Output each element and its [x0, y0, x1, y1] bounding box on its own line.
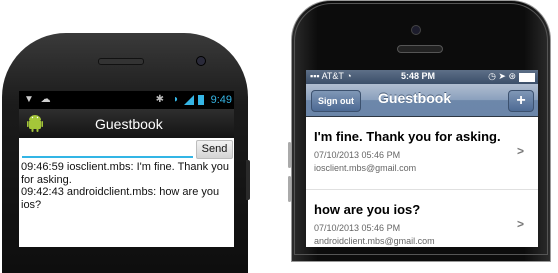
- app-title: Guestbook: [95, 116, 163, 132]
- message-list: 09:46:59 iosclient.mbs: I'm fine. Thank …: [21, 161, 231, 211]
- table-row[interactable]: I'm fine. Thank you for asking. 07/10/20…: [306, 117, 538, 190]
- list-item: 09:46:59 iosclient.mbs: I'm fine. Thank …: [21, 161, 229, 186]
- entry-email: iosclient.mbs@gmail.com: [314, 163, 417, 173]
- message-input[interactable]: [22, 141, 193, 158]
- carrier-label: ▪▪▪ AT&T ◔: [310, 71, 352, 81]
- ios-status-bar: ▪▪▪ AT&T ◔ 5:48 PM ◷ ➤ ⊛: [306, 70, 538, 84]
- entry-date: 07/10/2013 05:46 PM: [314, 223, 401, 233]
- android-action-bar: Guestbook: [19, 109, 234, 138]
- iphone-screen: ▪▪▪ AT&T ◔ 5:48 PM ◷ ➤ ⊛ Sign out Guestb…: [306, 70, 538, 247]
- status-time: 5:48 PM: [401, 71, 436, 81]
- ios-nav-bar: Sign out Guestbook +: [306, 84, 538, 117]
- entry-email: androidclient.mbs@gmail.com: [314, 236, 435, 246]
- add-entry-button[interactable]: +: [508, 90, 534, 112]
- chevron-right-icon: >: [516, 144, 524, 158]
- iphone-camera: [411, 25, 421, 35]
- bluetooth-icon: ✱: [155, 94, 164, 105]
- app-title: Guestbook: [378, 90, 452, 106]
- chevron-right-icon: >: [516, 217, 524, 231]
- notification-icons: ▼ ☁: [24, 94, 53, 105]
- entry-date: 07/10/2013 05:46 PM: [314, 150, 401, 160]
- battery-icon: [198, 95, 204, 105]
- android-screen: ▼ ☁ ✱ ◗ 9:49 Guestbook Send 09:46:59 ios: [19, 91, 234, 247]
- android-earpiece: [98, 58, 144, 65]
- android-status-bar: ▼ ☁ ✱ ◗ 9:49: [19, 91, 234, 109]
- signal-icon: [184, 95, 194, 105]
- table-row[interactable]: how are you ios? 07/10/2013 05:46 PM and…: [306, 190, 538, 247]
- status-time: 9:49: [210, 94, 232, 106]
- send-button[interactable]: Send: [196, 140, 233, 159]
- android-side-button[interactable]: [246, 160, 250, 200]
- wifi-icon: ◗: [172, 94, 179, 105]
- iphone-earpiece: [397, 45, 443, 53]
- sign-out-button[interactable]: Sign out: [311, 90, 361, 112]
- list-item: 09:42:43 androidclient.mbs: how are you …: [21, 186, 220, 211]
- android-camera: [196, 56, 206, 66]
- status-icons: ◷ ➤ ⊛: [488, 71, 516, 81]
- android-logo-icon[interactable]: [27, 114, 43, 132]
- entry-message: how are you ios?: [314, 202, 421, 217]
- battery-icon: [519, 73, 535, 82]
- entry-message: I'm fine. Thank you for asking.: [314, 129, 501, 144]
